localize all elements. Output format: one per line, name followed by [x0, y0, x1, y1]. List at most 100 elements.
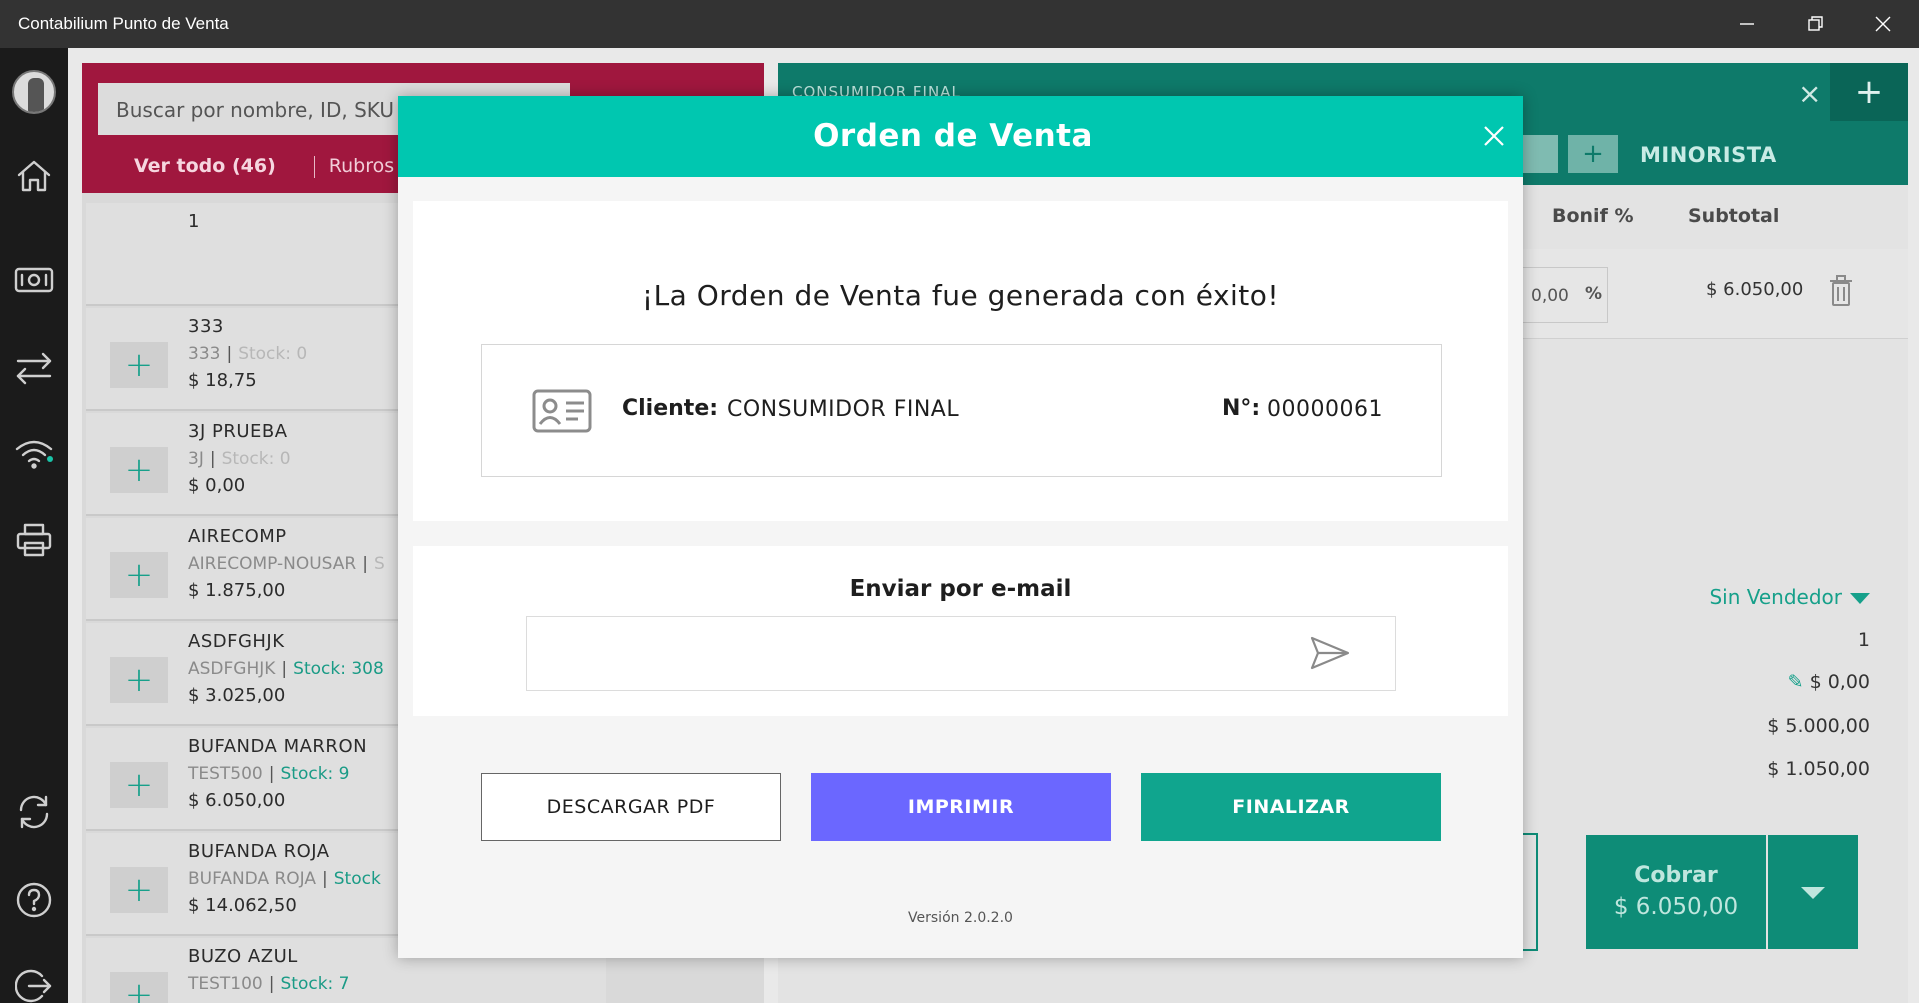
wifi-icon	[15, 440, 53, 469]
order-number-value: 00000061	[1267, 397, 1383, 422]
seller-select[interactable]: Sin Vendedor	[1709, 585, 1842, 609]
filter-all[interactable]: Ver todo (46)	[134, 155, 276, 177]
summary-net: $ 5.000,00	[1767, 715, 1870, 737]
column-subtotal: Subtotal	[1688, 205, 1780, 227]
finish-button[interactable]: FINALIZAR	[1141, 773, 1441, 841]
add-product-button[interactable]: +	[110, 447, 168, 493]
nav-sync[interactable]	[10, 788, 58, 836]
product-name: 1	[188, 211, 200, 232]
client-value: CONSUMIDOR FINAL	[727, 397, 960, 422]
home-icon	[17, 160, 51, 192]
product-name: 3J PRUEBA	[188, 421, 288, 442]
cash-icon	[14, 267, 54, 293]
success-message: ¡La Orden de Venta fue generada con éxit…	[641, 279, 1280, 312]
filter-categories[interactable]: Rubros	[329, 155, 394, 177]
product-sku: TEST100 | Stock: 7	[188, 974, 350, 994]
modal-title: Orden de Venta	[813, 118, 1093, 154]
nav-help[interactable]	[10, 876, 58, 924]
nav-home[interactable]	[10, 152, 58, 200]
printer-icon	[16, 523, 52, 557]
id-card-icon	[532, 389, 592, 433]
client-label: Cliente:	[622, 396, 719, 421]
product-name: 333	[188, 316, 224, 337]
logout-icon	[15, 969, 52, 1003]
product-price: $ 1.875,00	[188, 580, 286, 601]
download-pdf-button[interactable]: DESCARGAR PDF	[481, 773, 781, 841]
version-label: Versión 2.0.2.0	[908, 910, 1013, 926]
new-order-button[interactable]: +	[1830, 63, 1908, 121]
add-to-list-button[interactable]: +	[1568, 135, 1618, 173]
product-filters: Ver todo (46) Rubros	[134, 155, 394, 178]
product-sku: 3J | Stock: 0	[188, 449, 291, 469]
product-sku: TEST500 | Stock: 9	[188, 764, 350, 784]
window-title: Contabilium Punto de Venta	[18, 14, 229, 33]
restore-button[interactable]	[1781, 0, 1849, 48]
add-product-button[interactable]: +	[110, 342, 168, 388]
email-input[interactable]	[526, 616, 1396, 691]
close-icon	[1875, 16, 1891, 32]
modal-close-button[interactable]	[1480, 122, 1508, 150]
sales-order-modal: Orden de Venta ¡La Orden de Venta fue ge…	[398, 96, 1523, 958]
product-price: $ 14.062,50	[188, 895, 297, 916]
restore-icon	[1808, 16, 1823, 31]
send-icon[interactable]	[1310, 636, 1350, 670]
avatar[interactable]	[12, 70, 56, 114]
email-card: Enviar por e-mail	[413, 546, 1508, 716]
summary-tax: $ 1.050,00	[1767, 758, 1870, 780]
line-subtotal: $ 6.050,00	[1706, 279, 1804, 300]
charge-options-button[interactable]	[1768, 835, 1858, 949]
bonif-input[interactable]: 0,00 %	[1520, 267, 1608, 323]
charge-button[interactable]: Cobrar $ 6.050,00	[1586, 835, 1766, 949]
chevron-down-icon[interactable]	[1850, 593, 1870, 604]
minimize-button[interactable]	[1713, 0, 1781, 48]
modal-header: Orden de Venta	[398, 96, 1523, 177]
summary-qty: 1	[1857, 629, 1870, 651]
charge-label: Cobrar	[1634, 863, 1718, 888]
product-price: $ 3.025,00	[188, 685, 286, 706]
product-price: $ 0,00	[188, 475, 246, 496]
close-window-button[interactable]	[1849, 0, 1917, 48]
product-sku: ASDFGHJK | Stock: 308	[188, 659, 384, 679]
product-name: BUFANDA MARRON	[188, 736, 368, 757]
order-result-card: ¡La Orden de Venta fue generada con éxit…	[413, 201, 1508, 521]
product-sku: BUFANDA ROJA | Stock	[188, 869, 381, 889]
add-product-button[interactable]: +	[110, 762, 168, 808]
nav-logout[interactable]	[10, 962, 58, 1003]
product-name: ASDFGHJK	[188, 631, 285, 652]
product-sku: 333 | Stock: 0	[188, 344, 308, 364]
order-number-label: N°:	[1222, 396, 1261, 421]
product-name: BUFANDA ROJA	[188, 841, 330, 862]
product-price: $ 6.050,00	[188, 790, 286, 811]
nav-sales[interactable]	[10, 256, 58, 304]
sync-icon	[19, 795, 49, 829]
price-list-label[interactable]: MINORISTA	[1640, 143, 1777, 167]
transfer-icon	[16, 352, 52, 385]
nav-print[interactable]	[10, 516, 58, 564]
add-product-button[interactable]: +	[110, 552, 168, 598]
window-titlebar: Contabilium Punto de Venta	[0, 0, 1919, 48]
avatar-figure	[28, 78, 44, 112]
trash-icon[interactable]	[1828, 275, 1854, 307]
product-name: BUZO AZUL	[188, 946, 298, 967]
column-bonif: Bonif %	[1552, 205, 1634, 227]
charge-amount: $ 6.050,00	[1613, 894, 1739, 920]
product-name: AIRECOMP	[188, 526, 287, 547]
nav-connection[interactable]	[10, 430, 58, 478]
help-icon	[16, 882, 52, 918]
search-placeholder: Buscar por nombre, ID, SKU	[116, 98, 394, 122]
product-sku: AIRECOMP-NOUSAR | S	[188, 554, 385, 574]
order-info-box: Cliente: CONSUMIDOR FINAL N°: 00000061	[481, 344, 1442, 477]
minimize-icon	[1740, 23, 1754, 25]
close-icon	[1484, 126, 1504, 146]
order-summary: Sin Vendedor 1 ✎ $ 0,00 $ 5.000,00 $ 1.05…	[1522, 563, 1882, 803]
summary-discount[interactable]: ✎ $ 0,00	[1788, 671, 1870, 693]
add-product-button[interactable]: +	[110, 972, 168, 1003]
pencil-icon[interactable]: ✎	[1788, 671, 1804, 693]
print-button[interactable]: IMPRIMIR	[811, 773, 1111, 841]
add-product-button[interactable]: +	[110, 867, 168, 913]
clear-client-icon[interactable]: ×	[1798, 77, 1821, 110]
nav-transfers[interactable]	[10, 344, 58, 392]
product-price: $ 18,75	[188, 370, 257, 391]
email-label: Enviar por e-mail	[849, 576, 1072, 602]
add-product-button[interactable]: +	[110, 657, 168, 703]
